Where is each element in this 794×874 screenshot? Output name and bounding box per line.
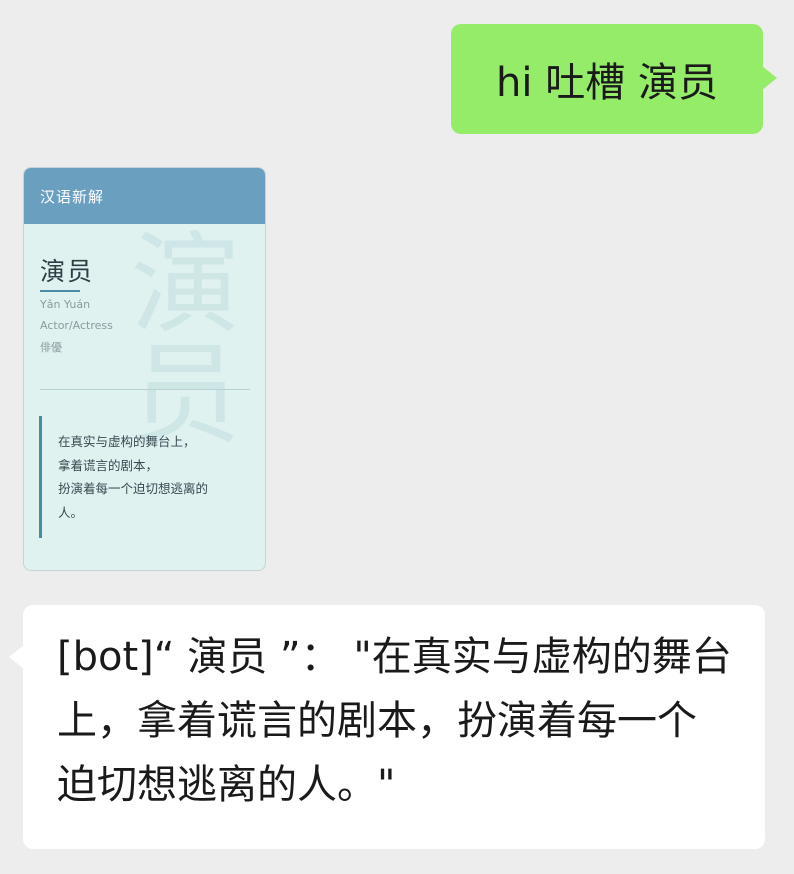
card-quote: 在真实与虚构的舞台上， 拿着谎言的剧本， 扮演着每一个迫切想逃离的 人。 xyxy=(58,430,258,524)
quote-line: 扮演着每一个迫切想逃离的 xyxy=(58,481,209,496)
outgoing-message-text: hi 吐槽 演员 xyxy=(496,60,718,106)
card-japanese: 俳優 xyxy=(40,341,62,354)
card-header-title: 汉语新解 xyxy=(40,187,105,206)
card-divider xyxy=(40,389,250,390)
word-underline xyxy=(40,290,80,292)
quote-line: 拿着谎言的剧本， xyxy=(58,457,159,473)
outgoing-message-bubble[interactable]: hi 吐槽 演员 xyxy=(451,24,777,134)
quote-bar xyxy=(39,416,42,538)
incoming-message-bubble[interactable]: [bot]“ 演员 ”： "在真实与虚构的舞台上，拿着谎言的剧本，扮演着每一个迫… xyxy=(9,605,765,849)
card-english: Actor/Actress xyxy=(40,319,113,332)
incoming-message-text: [bot]“ 演员 ”： "在真实与虚构的舞台上，拿着谎言的剧本，扮演着每一个迫… xyxy=(57,634,732,808)
card-pinyin: Yǎn Yuán xyxy=(40,298,91,311)
card-header: 汉语新解 xyxy=(24,168,265,224)
card-word: 演员 xyxy=(40,257,95,286)
quote-line: 在真实与虚构的舞台上， xyxy=(58,434,196,449)
quote-line: 人。 xyxy=(58,504,84,520)
card-watermark: 演员 xyxy=(111,226,240,446)
dictionary-card-image[interactable]: 汉语新解 演员 演员 Yǎn Yuán Actor/Actress 俳優 在真实… xyxy=(23,167,266,571)
